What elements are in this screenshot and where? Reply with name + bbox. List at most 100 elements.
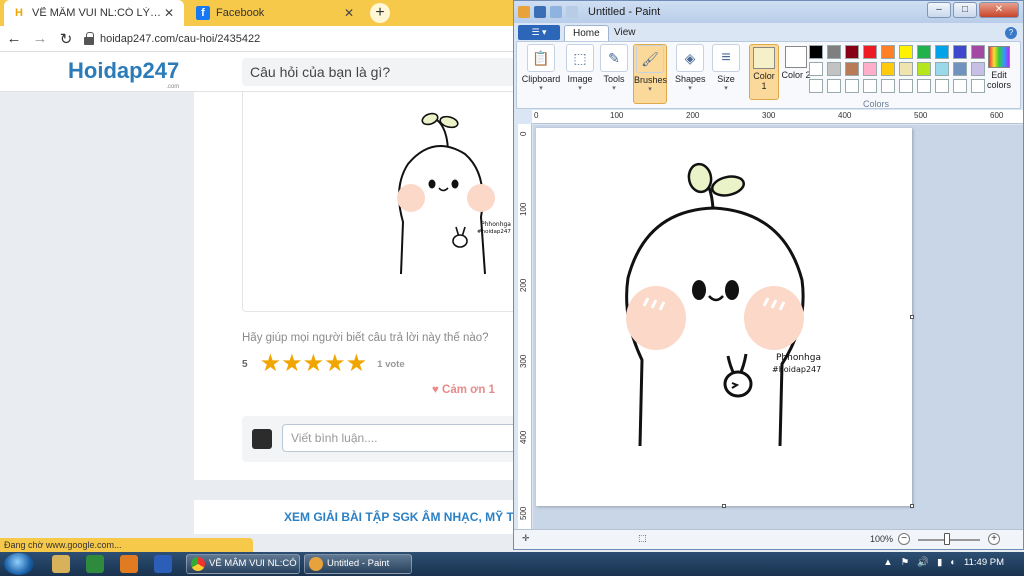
size-group[interactable]: ≡ Size ▾ [711,44,741,104]
answer-image[interactable]: Phhonhga #hoidap247 [242,92,522,312]
lock-icon [84,31,94,45]
close-tab-icon[interactable]: ✕ [162,6,176,20]
zoom-in-button[interactable]: + [988,533,1000,545]
help-icon[interactable]: ? [1005,27,1017,39]
star-rating[interactable]: 5 ★ ★ ★ ★ ★ 1 vote [242,352,405,376]
zoom-slider-thumb[interactable] [944,533,950,545]
explorer-icon[interactable] [52,555,70,573]
language-icon[interactable]: ◐ [950,557,956,568]
palette-color-swatch[interactable] [935,62,949,76]
close-tab-icon[interactable]: ✕ [342,6,356,20]
palette-color-swatch[interactable] [845,79,859,93]
palette-color-swatch[interactable] [881,79,895,93]
palette-color-swatch[interactable] [809,45,823,59]
network-icon[interactable]: ▮ [937,557,942,568]
rating-prompt: Hãy giúp mọi người biết câu trả lời này … [242,332,489,344]
bean-sprout-drawing-small: Phhonhga #hoidap247 [397,112,511,275]
new-tab-button[interactable]: + [370,3,390,23]
resize-handle[interactable] [910,504,914,508]
palette-color-swatch[interactable] [863,79,877,93]
star-icon[interactable]: ★ [260,352,282,376]
search-input[interactable]: Câu hỏi của bạn là gì? [242,58,542,86]
xem-giai-link[interactable]: XEM GIẢI BÀI TẬP SGK ÂM NHẠC, MỸ THUẬT [194,500,534,534]
minimize-button[interactable]: – [927,2,951,18]
taskbar-task-paint[interactable]: Untitled - Paint [304,554,412,574]
undo-icon[interactable] [550,6,562,18]
star-icon[interactable]: ★ [303,352,325,376]
action-center-flag-icon[interactable]: ⚑ [901,557,910,568]
thanks-button[interactable]: ♥ Cảm ơn 1 [432,384,495,396]
cursor-position-icon: ✛ [522,533,530,543]
comment-input[interactable]: Viết bình luận.... [282,424,542,452]
paint-title-bar[interactable]: Untitled - Paint – □ ✕ [514,1,1023,23]
maximize-button[interactable]: □ [953,2,977,18]
window-title: Untitled - Paint [588,6,661,18]
star-icon[interactable]: ★ [346,352,368,376]
palette-color-swatch[interactable] [917,45,931,59]
tools-group[interactable]: ✎ Tools ▾ [599,44,629,104]
palette-color-swatch[interactable] [881,45,895,59]
close-button[interactable]: ✕ [979,2,1019,18]
tab-hoidap[interactable]: H VẼ MÂM VUI NL:CÓ LÝ DO CÁI ĐI ✕ [4,0,184,26]
save-icon[interactable] [534,6,546,18]
image-group[interactable]: ⬚ Image ▾ [565,44,595,104]
color1-button[interactable]: Color 1 [749,44,779,100]
palette-color-swatch[interactable] [809,62,823,76]
palette-color-swatch[interactable] [917,79,931,93]
drawing-canvas[interactable]: Phhonhga #hoidap247 [536,128,914,508]
palette-color-swatch[interactable] [953,62,967,76]
palette-color-swatch[interactable] [953,45,967,59]
paint-app-icon[interactable] [518,6,530,18]
start-button[interactable] [4,553,34,575]
palette-color-swatch[interactable] [917,62,931,76]
tab-home[interactable]: Home [564,25,609,41]
brushes-group[interactable]: 🖌 Brushes ▾ [633,44,667,104]
forward-arrow-icon[interactable]: → [28,27,52,51]
ribbon-tabs: ☰ ▾ Home View ? [514,23,1023,41]
excel-icon[interactable] [86,555,104,573]
ruler-label: 300 [519,354,528,368]
palette-color-swatch[interactable] [935,45,949,59]
word-icon[interactable] [154,555,172,573]
clock[interactable]: 11:49 PM [964,557,1004,568]
star-icon[interactable]: ★ [281,352,303,376]
palette-color-swatch[interactable] [899,62,913,76]
size-lines-icon: ≡ [712,44,740,72]
show-hidden-icons-icon[interactable]: ▲ [883,557,892,568]
color2-button[interactable]: Color 2 [781,44,811,100]
palette-color-swatch[interactable] [953,79,967,93]
clipboard-group[interactable]: 📋 Clipboard ▾ [521,44,561,104]
star-icon[interactable]: ★ [324,352,346,376]
shapes-group[interactable]: ◈ Shapes ▾ [675,44,706,104]
palette-color-swatch[interactable] [899,45,913,59]
ruler-label: 100 [610,111,624,120]
taskbar-task-chrome[interactable]: VẼ MÂM VUI NL:CÓ ... [186,554,300,574]
reload-icon[interactable]: ↻ [54,27,78,51]
site-logo[interactable]: Hoidap247 .com [68,58,179,90]
palette-color-swatch[interactable] [881,62,895,76]
palette-color-swatch[interactable] [827,62,841,76]
address-bar[interactable]: hoidap247.com/cau-hoi/2435422 [84,29,260,49]
media-player-icon[interactable] [120,555,138,573]
redo-icon[interactable] [566,6,578,18]
palette-color-swatch[interactable] [935,79,949,93]
zoom-out-button[interactable]: − [898,533,910,545]
back-arrow-icon[interactable]: ← [2,27,26,51]
edit-colors-button[interactable]: Edit colors [979,44,1019,90]
resize-handle[interactable] [910,315,914,319]
palette-color-swatch[interactable] [845,45,859,59]
paint-menu-button[interactable]: ☰ ▾ [518,25,560,40]
tab-view[interactable]: View [606,25,644,41]
palette-color-swatch[interactable] [899,79,913,93]
resize-handle[interactable] [722,504,726,508]
palette-color-swatch[interactable] [809,79,823,93]
palette-color-swatch[interactable] [845,62,859,76]
rainbow-icon [988,46,1010,68]
canvas-area[interactable]: Phhonhga #hoidap247 [533,125,1023,529]
tab-facebook[interactable]: f Facebook ✕ [188,0,364,26]
palette-color-swatch[interactable] [863,62,877,76]
palette-color-swatch[interactable] [827,45,841,59]
palette-color-swatch[interactable] [863,45,877,59]
volume-icon[interactable]: 🔊 [917,557,929,568]
palette-color-swatch[interactable] [827,79,841,93]
